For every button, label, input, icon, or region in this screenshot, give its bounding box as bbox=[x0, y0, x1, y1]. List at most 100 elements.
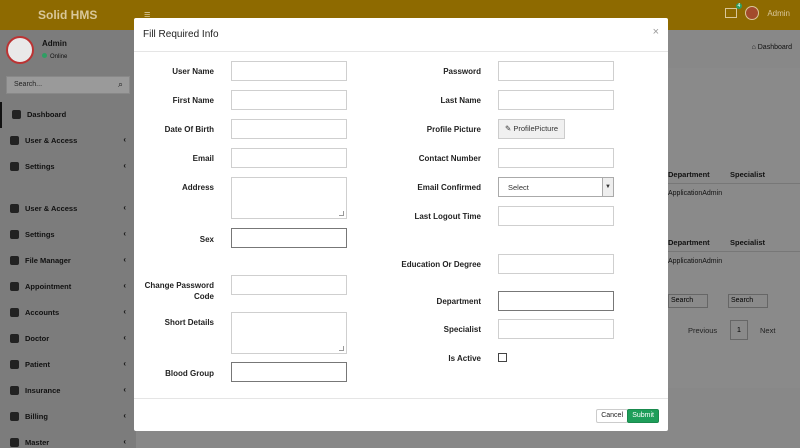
doctor-icon bbox=[10, 334, 19, 343]
patient-icon bbox=[10, 360, 19, 369]
email-field[interactable] bbox=[231, 148, 347, 168]
sidebar-item-master[interactable]: Master ‹ bbox=[0, 430, 136, 448]
chevron-left-icon: ‹ bbox=[123, 135, 126, 144]
breadcrumb: ⌂ Dashboard bbox=[751, 44, 792, 51]
sidebar-item-billing[interactable]: Billing ‹ bbox=[0, 404, 136, 430]
label-change-password-code: Change Password Code bbox=[144, 281, 214, 301]
user-avatar-icon[interactable] bbox=[745, 6, 760, 20]
dashboard-icon bbox=[12, 110, 21, 119]
search-icon[interactable]: ⌕ bbox=[118, 79, 123, 90]
brand-logo[interactable]: Solid HMS bbox=[0, 0, 136, 30]
top-right-controls: 4 Admin bbox=[725, 3, 790, 20]
sidebar-item-doctor[interactable]: Doctor ‹ bbox=[0, 326, 136, 352]
breadcrumb-text[interactable]: Dashboard bbox=[758, 44, 792, 51]
pager-next[interactable]: Next bbox=[760, 326, 775, 335]
address-textarea[interactable] bbox=[231, 177, 347, 219]
last-logout-time-input[interactable] bbox=[498, 206, 614, 226]
sidebar-item-file-manager[interactable]: File Manager ‹ bbox=[0, 248, 136, 274]
date-of-birth-input[interactable] bbox=[231, 119, 347, 139]
label-department: Department bbox=[436, 297, 481, 306]
resize-handle-icon[interactable] bbox=[339, 211, 344, 216]
bg-search-input-2[interactable]: Search bbox=[728, 294, 768, 308]
gear-icon bbox=[10, 230, 19, 239]
sidebar-item-label: Billing bbox=[25, 412, 48, 421]
cancel-button[interactable]: Cancel bbox=[596, 409, 628, 423]
sidebar-item-user-access-2[interactable]: User & Access ‹ bbox=[0, 196, 136, 222]
contact-number-input[interactable] bbox=[498, 148, 614, 168]
education-or-degree-input[interactable] bbox=[498, 254, 614, 274]
sex-input[interactable] bbox=[231, 228, 347, 248]
chevron-left-icon: ‹ bbox=[123, 411, 126, 420]
modal-title: Fill Required Info bbox=[143, 29, 219, 40]
user-name-input[interactable] bbox=[231, 61, 347, 81]
short-details-textarea[interactable] bbox=[231, 312, 347, 354]
top-user-name[interactable]: Admin bbox=[767, 9, 790, 18]
user-icon bbox=[10, 136, 19, 145]
sidebar-item-dashboard[interactable]: Dashboard bbox=[0, 102, 136, 128]
chevron-down-icon[interactable]: ▼ bbox=[602, 178, 613, 196]
submit-button[interactable]: Submit bbox=[627, 409, 659, 423]
sidebar-item-label: Doctor bbox=[25, 334, 50, 343]
avatar bbox=[6, 36, 34, 64]
sidebar-item-label: Settings bbox=[25, 230, 55, 239]
mail-icon[interactable]: 4 bbox=[725, 3, 743, 18]
chevron-left-icon: ‹ bbox=[123, 437, 126, 446]
sidebar-item-patient[interactable]: Patient ‹ bbox=[0, 352, 136, 378]
label-short-details: Short Details bbox=[164, 318, 214, 327]
sidebar-item-accounts[interactable]: Accounts ‹ bbox=[0, 300, 136, 326]
blood-group-input[interactable] bbox=[231, 362, 347, 382]
col-department[interactable]: Department bbox=[668, 170, 710, 179]
col-specialist-2[interactable]: Specialist bbox=[730, 238, 765, 247]
specialist-input[interactable] bbox=[498, 319, 614, 339]
profile-picture-button[interactable]: ✎ ProfilePicture bbox=[498, 119, 565, 139]
user-icon bbox=[10, 204, 19, 213]
sidebar-item-appointment[interactable]: Appointment ‹ bbox=[0, 274, 136, 300]
last-name-input[interactable] bbox=[498, 90, 614, 110]
sidebar-item-label: User & Access bbox=[25, 136, 78, 145]
sidebar-item-label: Accounts bbox=[25, 308, 60, 317]
chevron-left-icon: ‹ bbox=[123, 359, 126, 368]
sidebar-item-label: Appointment bbox=[25, 282, 72, 291]
resize-handle-icon[interactable] bbox=[339, 346, 344, 351]
table-cell-2: ApplicationAdmin bbox=[668, 258, 723, 265]
password-input[interactable] bbox=[498, 61, 614, 81]
sidebar-item-label: Master bbox=[25, 438, 50, 447]
sidebar-item-user-access[interactable]: User & Access ‹ bbox=[0, 128, 136, 154]
close-icon[interactable]: × bbox=[653, 26, 659, 38]
table-header-row-2: Department Specialist bbox=[668, 232, 800, 252]
col-department-2[interactable]: Department bbox=[668, 238, 710, 247]
user-panel: Admin Online bbox=[6, 36, 130, 66]
label-password: Password bbox=[443, 67, 481, 76]
master-icon bbox=[10, 438, 19, 447]
sidebar-item-label: Dashboard bbox=[27, 110, 67, 119]
change-password-code-input[interactable] bbox=[231, 275, 347, 295]
paperclip-icon: ✎ bbox=[505, 124, 512, 133]
table-header-row: Department Specialist bbox=[668, 164, 800, 184]
department-input[interactable] bbox=[498, 291, 614, 311]
modal-header: Fill Required Info × bbox=[134, 18, 668, 52]
folder-icon bbox=[10, 256, 19, 265]
is-active-checkbox[interactable] bbox=[498, 353, 507, 362]
sidebar-search[interactable]: Search... ⌕ bbox=[6, 76, 130, 94]
pager-previous[interactable]: Previous bbox=[688, 326, 717, 335]
calendar-icon bbox=[10, 282, 19, 291]
col-specialist[interactable]: Specialist bbox=[730, 170, 765, 179]
label-date-of-birth: Date Of Birth bbox=[164, 125, 214, 134]
sidebar-item-settings-2[interactable]: Settings ‹ bbox=[0, 222, 136, 248]
modal-footer: Cancel Submit bbox=[134, 398, 668, 431]
email-confirmed-value: Select bbox=[508, 183, 529, 192]
billing-icon bbox=[10, 412, 19, 421]
first-name-input[interactable] bbox=[231, 90, 347, 110]
table-cell: ApplicationAdmin bbox=[668, 190, 723, 197]
label-profile-picture: Profile Picture bbox=[426, 125, 481, 134]
sidebar-item-insurance[interactable]: Insurance ‹ bbox=[0, 378, 136, 404]
email-confirmed-select[interactable]: Select ▼ bbox=[498, 177, 614, 197]
sidebar-search-placeholder[interactable]: Search... bbox=[14, 81, 42, 88]
sidebar-item-settings[interactable]: Settings ‹ bbox=[0, 154, 136, 180]
chevron-left-icon: ‹ bbox=[123, 161, 126, 170]
fill-required-info-modal: Fill Required Info × User Name First Nam… bbox=[134, 18, 668, 431]
bg-search-input[interactable]: Search bbox=[668, 294, 708, 308]
pager-page-1[interactable]: 1 bbox=[730, 320, 748, 340]
chevron-left-icon: ‹ bbox=[123, 307, 126, 316]
mail-badge: 4 bbox=[735, 3, 743, 9]
